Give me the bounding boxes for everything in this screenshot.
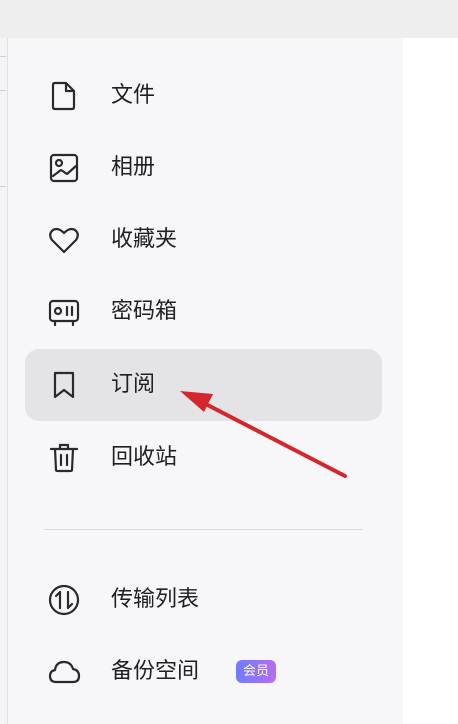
photo-album-icon bbox=[46, 150, 82, 186]
sidebar: 文件 相册 收藏夹 密码箱 订阅 回收站 传输列表 备份空间 会员 bbox=[8, 38, 403, 724]
edge-tick bbox=[0, 90, 6, 91]
transfer-icon bbox=[46, 582, 82, 618]
file-icon bbox=[46, 78, 82, 114]
sidebar-item-label: 传输列表 bbox=[111, 587, 200, 612]
window-top-bar bbox=[0, 0, 458, 38]
sidebar-item-safe-box[interactable]: 密码箱 bbox=[25, 276, 382, 348]
left-edge-strip bbox=[0, 38, 8, 724]
sidebar-item-transfer-list[interactable]: 传输列表 bbox=[25, 564, 382, 636]
sidebar-item-recycle-bin[interactable]: 回收站 bbox=[25, 422, 382, 494]
edge-tick bbox=[0, 56, 6, 57]
vip-badge: 会员 bbox=[236, 660, 277, 683]
sidebar-item-label: 备份空间 bbox=[111, 659, 200, 684]
edge-tick bbox=[0, 186, 6, 187]
sidebar-item-label: 收藏夹 bbox=[111, 227, 178, 252]
cloud-icon bbox=[46, 654, 82, 690]
sidebar-item-backup-space[interactable]: 备份空间 会员 bbox=[25, 636, 382, 708]
safe-box-icon bbox=[46, 294, 82, 330]
sidebar-item-label: 相册 bbox=[111, 155, 156, 180]
sidebar-item-photos[interactable]: 相册 bbox=[25, 132, 382, 204]
heart-icon bbox=[46, 222, 82, 258]
sidebar-item-label: 回收站 bbox=[111, 445, 178, 470]
trash-icon bbox=[46, 440, 82, 476]
sidebar-item-label: 订阅 bbox=[111, 372, 156, 397]
sidebar-item-favorites[interactable]: 收藏夹 bbox=[25, 204, 382, 276]
bookmark-icon bbox=[46, 367, 82, 403]
sidebar-item-label: 密码箱 bbox=[111, 299, 178, 324]
sidebar-item-label: 文件 bbox=[111, 83, 156, 108]
sidebar-item-files[interactable]: 文件 bbox=[25, 60, 382, 132]
sidebar-divider bbox=[44, 529, 363, 530]
sidebar-item-subscriptions[interactable]: 订阅 bbox=[25, 349, 382, 421]
